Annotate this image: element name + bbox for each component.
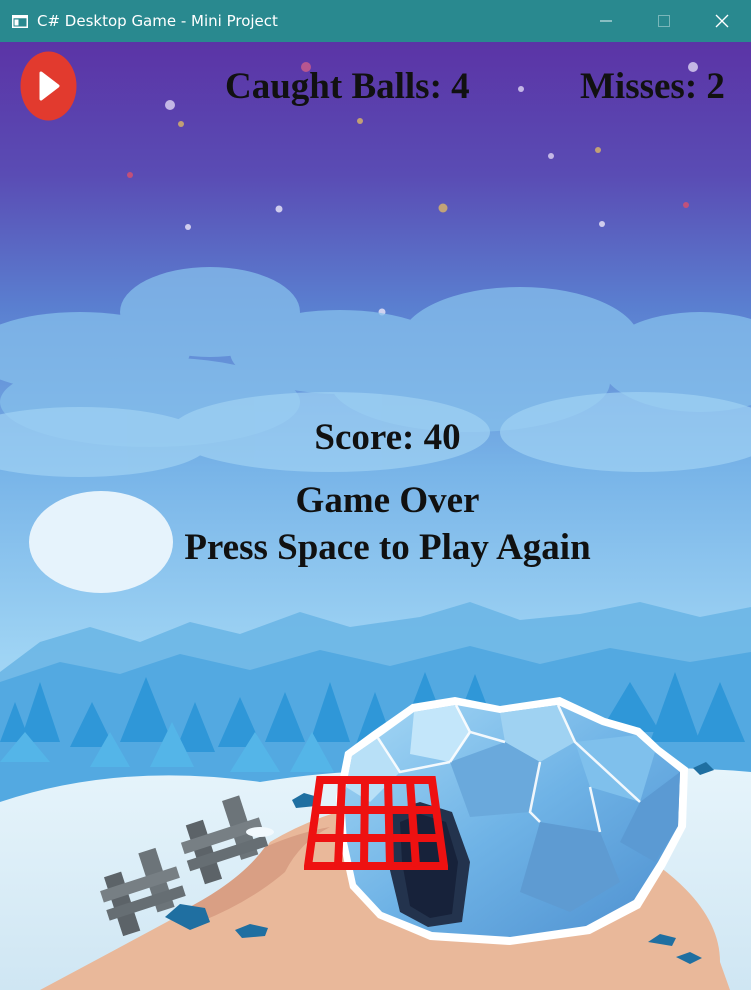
app-window-icon xyxy=(12,15,28,28)
minimize-button[interactable] xyxy=(577,0,635,42)
caught-balls-counter: Caught Balls: 4 xyxy=(225,66,470,107)
window-title: C# Desktop Game - Mini Project xyxy=(37,12,278,30)
close-button[interactable] xyxy=(693,0,751,42)
restart-prompt: Press Space to Play Again xyxy=(184,527,591,568)
maximize-icon xyxy=(658,15,670,27)
game-over-title: Game Over xyxy=(295,480,480,521)
close-icon xyxy=(715,14,729,28)
basket-icon xyxy=(303,776,449,870)
misses-counter: Misses: 2 xyxy=(580,66,725,107)
play-icon xyxy=(20,51,77,121)
final-score: Score: 40 xyxy=(314,417,461,458)
play-button[interactable] xyxy=(20,51,77,121)
maximize-button[interactable] xyxy=(635,0,693,42)
title-bar: C# Desktop Game - Mini Project xyxy=(0,0,751,42)
game-canvas: Caught Balls: 4 Misses: 2 Score: 40 Game… xyxy=(0,42,751,990)
game-window: C# Desktop Game - Mini Project Caught Ba… xyxy=(0,0,751,990)
minimize-icon xyxy=(600,20,612,22)
catcher-basket[interactable] xyxy=(303,776,449,870)
